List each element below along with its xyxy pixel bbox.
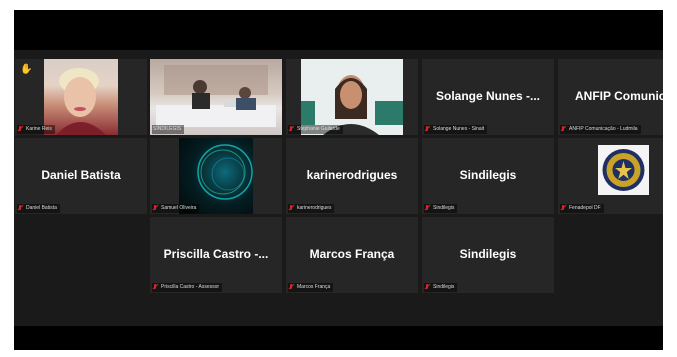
mic-muted-icon [425, 126, 430, 133]
participant-name-label: SINDILEGIS [152, 125, 185, 134]
organization-logo [598, 145, 649, 195]
participant-name-label: Fenadepol DF [560, 204, 604, 213]
participant-display-name: Daniel Batista [41, 168, 121, 182]
participant-tile[interactable]: Marcos França Marcos França [286, 217, 418, 293]
participant-display-name: karinerodrigues [306, 168, 398, 182]
raised-hand-icon: ✋ [20, 64, 33, 75]
mic-muted-icon [561, 205, 566, 212]
participant-tile[interactable]: Sindilegis Sindilegis [422, 217, 554, 293]
participant-name-label: karinerodrigues [288, 204, 335, 213]
mic-muted-icon [425, 205, 430, 212]
participant-tile[interactable]: Fenadepol DF [558, 138, 663, 214]
participant-display-name: Solange Nunes -... [435, 89, 540, 103]
participant-display-name: Sindilegis [459, 168, 517, 182]
participant-name-label: Karine Reis [17, 125, 55, 134]
meeting-window: ✋ Karine Reis SINDILEGIS Stephanie Guila… [14, 10, 663, 350]
mic-muted-icon [561, 126, 566, 133]
participant-name-label: Solange Nunes - Sinait [424, 125, 488, 134]
participant-tile[interactable]: Priscilla Castro -... Priscilla Castro -… [150, 217, 282, 293]
participant-name-label: Daniel Batista [17, 204, 60, 213]
participant-name-label: Sindilegis [424, 204, 458, 213]
participant-video [44, 59, 118, 135]
participant-display-name: Priscilla Castro -... [163, 247, 269, 261]
participant-name-label: Sindilegis [424, 283, 458, 292]
participant-tile[interactable]: Sindilegis Sindilegis [422, 138, 554, 214]
mic-muted-icon [153, 284, 158, 291]
participant-name-label: Samuel Oliveira [152, 204, 200, 213]
mic-muted-icon [289, 205, 294, 212]
participant-tile[interactable]: Solange Nunes -... Solange Nunes - Sinai… [422, 59, 554, 135]
participant-video [301, 59, 403, 135]
participant-tile[interactable]: Samuel Oliveira [150, 138, 282, 214]
participant-tile[interactable]: Daniel Batista Daniel Batista [15, 138, 147, 214]
gallery-view: ✋ Karine Reis SINDILEGIS Stephanie Guila… [14, 50, 663, 326]
participant-tile[interactable]: ANFIP Comunic... ANFIP Comunicação - Lud… [558, 59, 663, 135]
mic-muted-icon [289, 284, 294, 291]
participant-video [150, 59, 282, 135]
participant-tile[interactable]: SINDILEGIS [150, 59, 282, 135]
mic-muted-icon [18, 126, 23, 133]
participant-tile[interactable]: ✋ Karine Reis [15, 59, 147, 135]
mic-muted-icon [18, 205, 23, 212]
mic-muted-icon [289, 126, 294, 133]
participant-display-name: Sindilegis [459, 247, 517, 261]
participant-tile[interactable]: karinerodrigues karinerodrigues [286, 138, 418, 214]
participant-tile[interactable]: Stephanie Guilarde [286, 59, 418, 135]
participant-name-label: ANFIP Comunicação - Ludmila [560, 125, 641, 134]
mic-muted-icon [153, 205, 158, 212]
mic-muted-icon [425, 284, 430, 291]
participant-name-label: Stephanie Guilarde [288, 125, 343, 134]
participant-display-name: ANFIP Comunic... [575, 89, 663, 103]
participant-display-name: Marcos França [309, 247, 395, 261]
participant-video [179, 138, 253, 214]
participant-name-label: Priscilla Castro - Assessor [152, 283, 223, 292]
participant-name-label: Marcos França [288, 283, 334, 292]
